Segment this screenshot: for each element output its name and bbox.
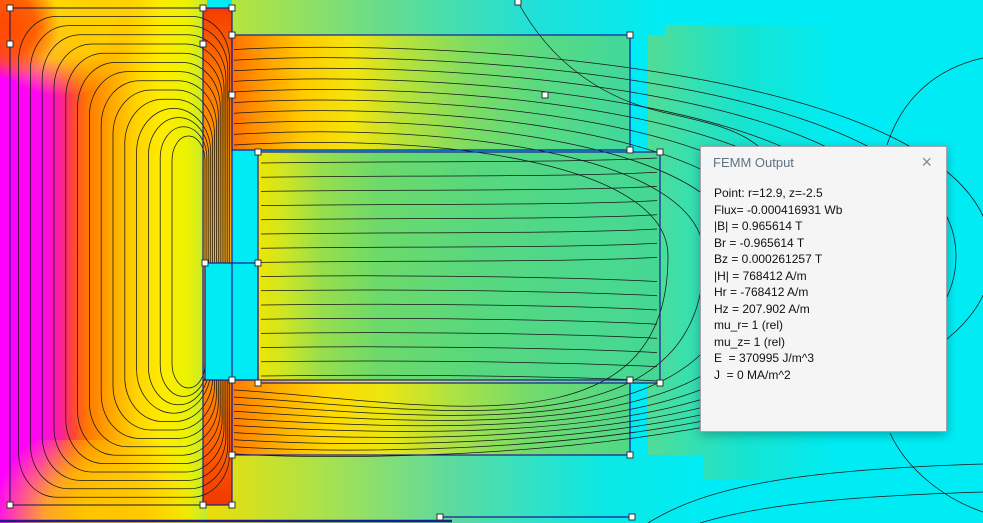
node-handle[interactable] — [199, 40, 207, 48]
femm-canvas[interactable]: FEMM Output × Point: r=12.9, z=-2.5 Flux… — [0, 0, 983, 523]
node-handle[interactable] — [656, 379, 664, 387]
node-handle[interactable] — [514, 0, 522, 6]
node-handle[interactable] — [6, 40, 14, 48]
output-line-hr: Hr = -768412 A/m — [714, 285, 809, 299]
node-handle[interactable] — [6, 501, 14, 509]
node-handle[interactable] — [626, 376, 634, 384]
femm-output-window: FEMM Output × Point: r=12.9, z=-2.5 Flux… — [700, 146, 947, 432]
node-handle[interactable] — [626, 451, 634, 459]
output-line-energy: E = 370995 J/m^3 — [714, 351, 815, 365]
output-line-bz: Bz = 0.000261257 T — [714, 252, 823, 266]
node-handle[interactable] — [199, 4, 207, 12]
node-handle[interactable] — [228, 31, 236, 39]
field-region-core — [258, 152, 660, 383]
node-handle[interactable] — [628, 513, 636, 521]
node-handle[interactable] — [254, 148, 262, 156]
output-line-hz: Hz = 207.902 A/m — [714, 301, 810, 316]
output-line-hmag: |H| = 768412 A/m — [714, 268, 807, 283]
node-handle[interactable] — [228, 4, 236, 12]
output-line-bmag: |B| = 0.965614 T — [714, 219, 803, 233]
node-handle[interactable] — [228, 501, 236, 509]
close-icon[interactable]: × — [915, 153, 938, 171]
node-handle[interactable] — [228, 376, 236, 384]
node-handle[interactable] — [436, 513, 444, 521]
output-line-mur: mu_r= 1 (rel) — [714, 318, 784, 332]
output-values: Point: r=12.9, z=-2.5 Flux= -0.000416931… — [701, 177, 946, 383]
field-region-top-strip — [232, 0, 665, 35]
field-region-bottom-strip — [203, 455, 703, 523]
field-hotspot-bottomleft-yellow — [0, 440, 210, 523]
output-line-muz: mu_z= 1 (rel) — [714, 334, 786, 349]
node-handle[interactable] — [254, 259, 262, 267]
node-handle[interactable] — [656, 148, 664, 156]
node-handle[interactable] — [626, 146, 634, 154]
field-region-bottom-bar — [232, 380, 630, 455]
output-line-br: Br = -0.965614 T — [714, 235, 805, 250]
node-handle[interactable] — [201, 259, 209, 267]
node-handle[interactable] — [541, 91, 549, 99]
output-line-point: Point: r=12.9, z=-2.5 — [714, 186, 823, 200]
window-title: FEMM Output — [713, 154, 794, 170]
output-line-flux: Flux= -0.000416931 Wb — [714, 202, 843, 217]
node-handle[interactable] — [254, 379, 262, 387]
node-handle[interactable] — [228, 91, 236, 99]
node-handle[interactable] — [626, 31, 634, 39]
node-handle[interactable] — [199, 501, 207, 509]
node-handle[interactable] — [228, 451, 236, 459]
node-handle[interactable] — [6, 4, 14, 12]
output-line-current: J = 0 MA/m^2 — [714, 367, 791, 382]
output-window-titlebar[interactable]: FEMM Output × — [701, 147, 946, 177]
